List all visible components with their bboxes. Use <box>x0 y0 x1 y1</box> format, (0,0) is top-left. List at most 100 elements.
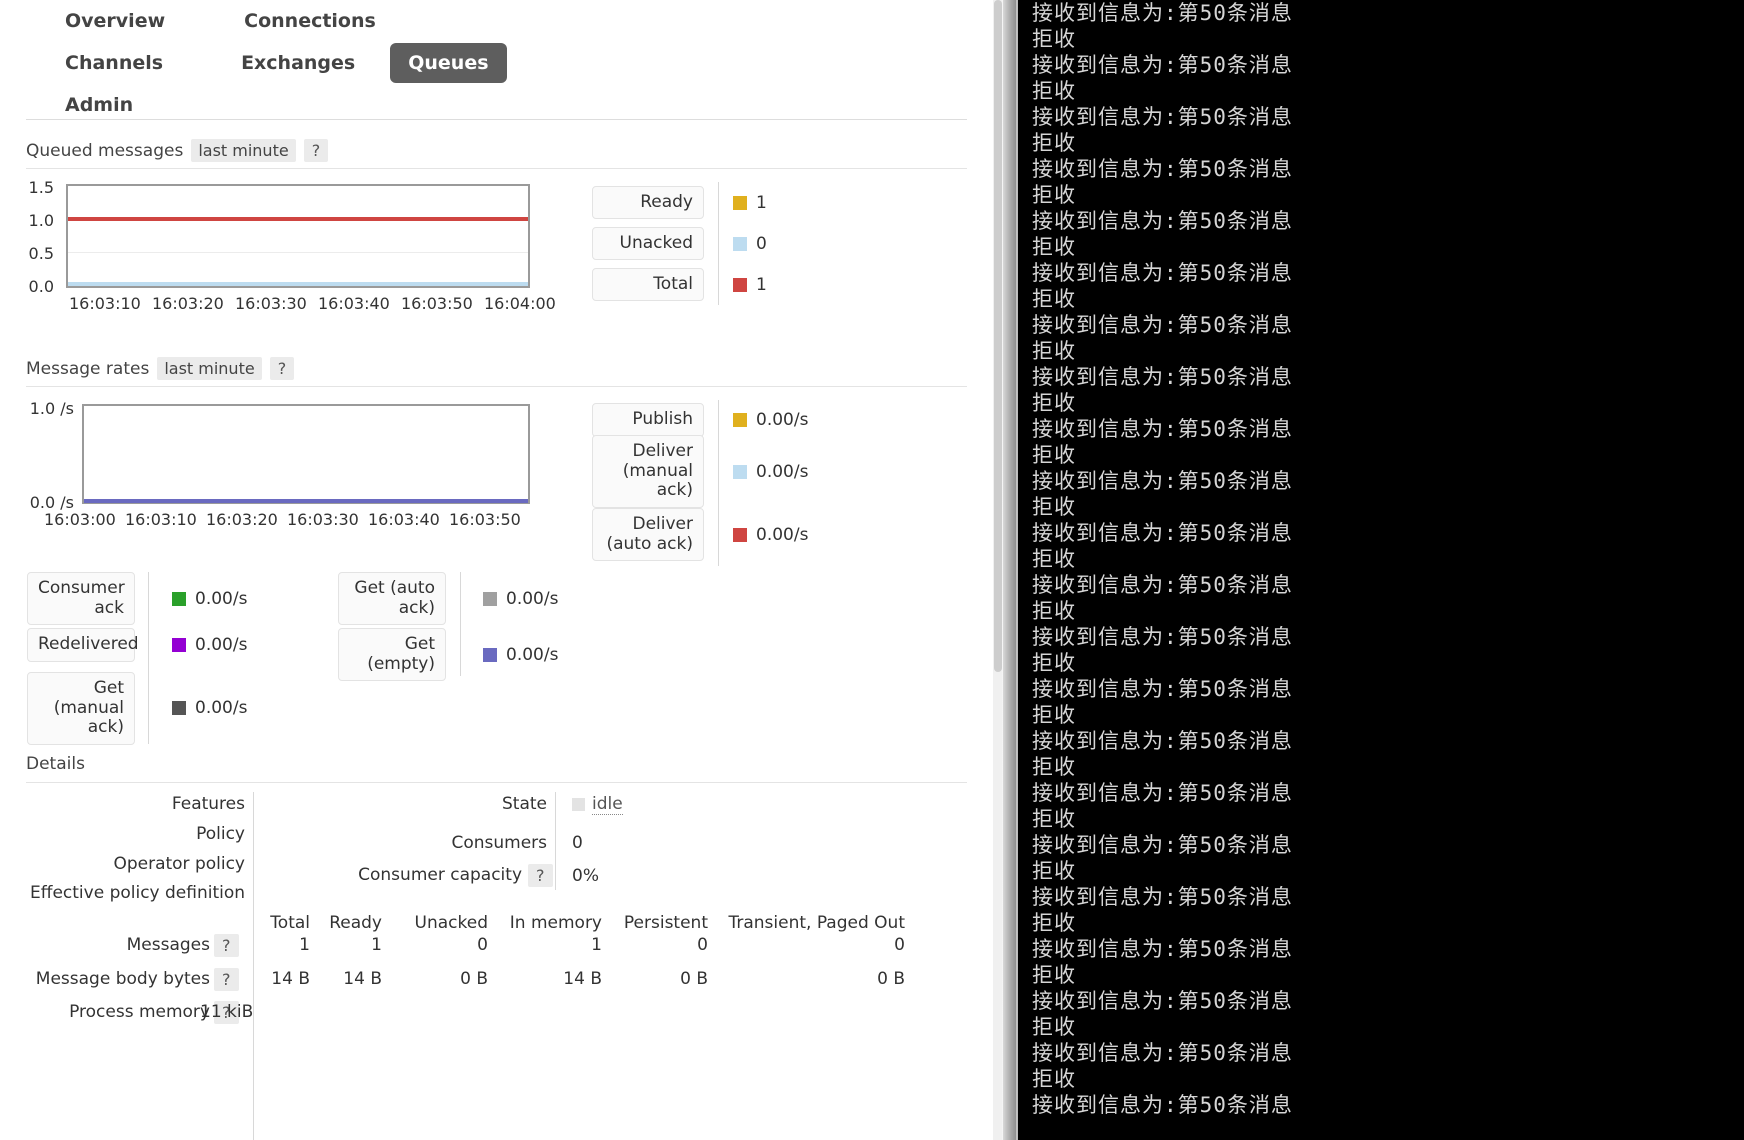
console-line: 拒收 <box>1032 78 1744 104</box>
mr-xtick-0: 16:03:00 <box>44 510 116 529</box>
queued-messages-help-icon[interactable]: ? <box>304 139 329 162</box>
console-line: 拒收 <box>1032 546 1744 572</box>
console-line: 接收到信息为:第50条消息 <box>1032 676 1744 702</box>
tab-exchanges[interactable]: Exchanges <box>223 43 373 83</box>
console-line: 接收到信息为:第50条消息 <box>1032 832 1744 858</box>
rate-row-get-manual-ack: Get (manual ack) 0.00/s <box>27 672 247 745</box>
rate-row-get-empty: Get (empty) 0.00/s <box>338 628 558 681</box>
cell-process-memory-total: 11 kiB <box>200 1002 310 1022</box>
row-label-messages: Messages <box>30 935 210 955</box>
console-line: 接收到信息为:第50条消息 <box>1032 0 1744 26</box>
cell-bytes-persistent: 0 B <box>590 969 708 989</box>
details-label-effective-policy: Effective policy definition <box>30 883 245 903</box>
cell-bytes-in-memory: 14 B <box>450 969 602 989</box>
details-title: Details <box>26 754 85 774</box>
legend-button-ready[interactable]: Ready <box>592 186 704 220</box>
console-line: 拒收 <box>1032 494 1744 520</box>
legend-button-total[interactable]: Total <box>592 268 704 302</box>
console-scrollbar-thumb[interactable] <box>1003 0 1016 1140</box>
extra-rates-grid: Consumer ack 0.00/s Redelivered 0.00/s G… <box>0 566 600 746</box>
message-rates-help-icon[interactable]: ? <box>270 357 295 380</box>
swatch-publish-icon <box>733 413 747 427</box>
console-line: 拒收 <box>1032 130 1744 156</box>
mr-xtick-1: 16:03:10 <box>125 510 197 529</box>
rate-value-get-auto-ack: 0.00/s <box>506 589 558 609</box>
queued-messages-title: Queued messages <box>26 141 183 161</box>
queued-messages-legend: Ready 1 Unacked 0 Total 1 <box>592 182 767 305</box>
legend-row-deliver-auto: Deliver (auto ack) 0.00/s <box>592 503 808 566</box>
qm-xtick-2: 16:03:30 <box>235 294 307 313</box>
mr-xtick-5: 16:03:50 <box>449 510 521 529</box>
console-line: 拒收 <box>1032 390 1744 416</box>
management-scrollbar-thumb[interactable] <box>994 0 1002 672</box>
cell-messages-persistent: 0 <box>590 935 708 955</box>
legend-divider <box>718 264 719 305</box>
legend-row-total: Total 1 <box>592 264 767 305</box>
message-rates-title: Message rates <box>26 359 149 379</box>
mr-series-deliver-auto <box>84 499 528 503</box>
console-line: 接收到信息为:第50条消息 <box>1032 572 1744 598</box>
legend-row-deliver-manual: Deliver (manual ack) 0.00/s <box>592 440 808 503</box>
details-label-consumers: Consumers <box>290 833 547 853</box>
tab-overview[interactable]: Overview <box>47 1 183 41</box>
console-line: 拒收 <box>1032 26 1744 52</box>
rate-row-get-auto-ack: Get (auto ack) 0.00/s <box>338 572 558 625</box>
legend-row-ready: Ready 1 <box>592 182 767 223</box>
rate-button-consumer-ack[interactable]: Consumer ack <box>27 572 135 625</box>
qm-xtick-0: 16:03:10 <box>69 294 141 313</box>
message-rates-legend: Publish 0.00/s Deliver (manual ack) 0.00… <box>592 400 808 566</box>
cell-messages-transient: 0 <box>700 935 905 955</box>
console-line: 接收到信息为:第50条消息 <box>1032 624 1744 650</box>
console-line: 拒收 <box>1032 858 1744 884</box>
cell-bytes-ready: 14 B <box>290 969 382 989</box>
mr-xtick-3: 16:03:30 <box>287 510 359 529</box>
tab-connections[interactable]: Connections <box>226 1 394 41</box>
rate-value-redelivered: 0.00/s <box>195 635 247 655</box>
console-line: 接收到信息为:第50条消息 <box>1032 104 1744 130</box>
legend-button-deliver-auto-ack[interactable]: Deliver (auto ack) <box>592 508 704 561</box>
console-line: 接收到信息为:第50条消息 <box>1032 520 1744 546</box>
legend-button-publish[interactable]: Publish <box>592 403 704 437</box>
legend-button-deliver-manual-ack[interactable]: Deliver (manual ack) <box>592 435 704 508</box>
details-label-state: State <box>290 794 547 814</box>
console-line: 接收到信息为:第50条消息 <box>1032 728 1744 754</box>
row-label-process-memory: Process memory <box>40 1002 210 1022</box>
tab-channels[interactable]: Channels <box>47 43 181 83</box>
consumer-capacity-help-icon[interactable]: ? <box>528 864 553 887</box>
qm-xtick-5: 16:04:00 <box>484 294 556 313</box>
queued-messages-header: Queued messages last minute ? <box>26 139 328 162</box>
details-label-consumer-capacity: Consumer capacity <box>290 865 522 885</box>
rabbitmq-management-pane: Overview Connections Channels Exchanges … <box>0 0 1003 1140</box>
legend-divider <box>718 182 719 223</box>
details-divider-left <box>253 792 254 912</box>
console-line: 接收到信息为:第50条消息 <box>1032 156 1744 182</box>
rate-button-get-manual-ack[interactable]: Get (manual ack) <box>27 672 135 745</box>
queued-messages-period[interactable]: last minute <box>191 139 295 162</box>
rate-button-get-auto-ack[interactable]: Get (auto ack) <box>338 572 446 625</box>
message-rates-period[interactable]: last minute <box>157 357 261 380</box>
console-output-panel[interactable]: 接收到信息为:第50条消息 拒收 接收到信息为:第50条消息 拒收 接收到信息为… <box>1018 0 1744 1140</box>
details-label-operator-policy: Operator policy <box>30 854 245 874</box>
console-line: 拒收 <box>1032 442 1744 468</box>
console-line: 拒收 <box>1032 650 1744 676</box>
console-line: 拒收 <box>1032 702 1744 728</box>
details-value-consumer-capacity: 0% <box>572 866 599 886</box>
rate-button-redelivered[interactable]: Redelivered <box>27 628 135 662</box>
details-value-state: idle <box>572 794 623 816</box>
details-divider <box>26 782 967 783</box>
swatch-deliver-manual-icon <box>733 465 747 479</box>
tab-queues[interactable]: Queues <box>390 43 506 83</box>
swatch-unacked-icon <box>733 237 747 251</box>
cell-messages-in-memory: 1 <box>450 935 602 955</box>
nav-row-1: Overview Connections <box>0 0 967 42</box>
rate-button-get-empty[interactable]: Get (empty) <box>338 628 446 681</box>
screen-root: Overview Connections Channels Exchanges … <box>0 0 1744 1140</box>
legend-divider <box>718 503 719 566</box>
legend-button-unacked[interactable]: Unacked <box>592 227 704 261</box>
details-label-policy: Policy <box>30 824 245 844</box>
qm-xtick-3: 16:03:40 <box>318 294 390 313</box>
main-nav: Overview Connections Channels Exchanges … <box>0 0 967 126</box>
console-line: 拒收 <box>1032 754 1744 780</box>
console-line: 拒收 <box>1032 234 1744 260</box>
details-label-features: Features <box>30 794 245 814</box>
